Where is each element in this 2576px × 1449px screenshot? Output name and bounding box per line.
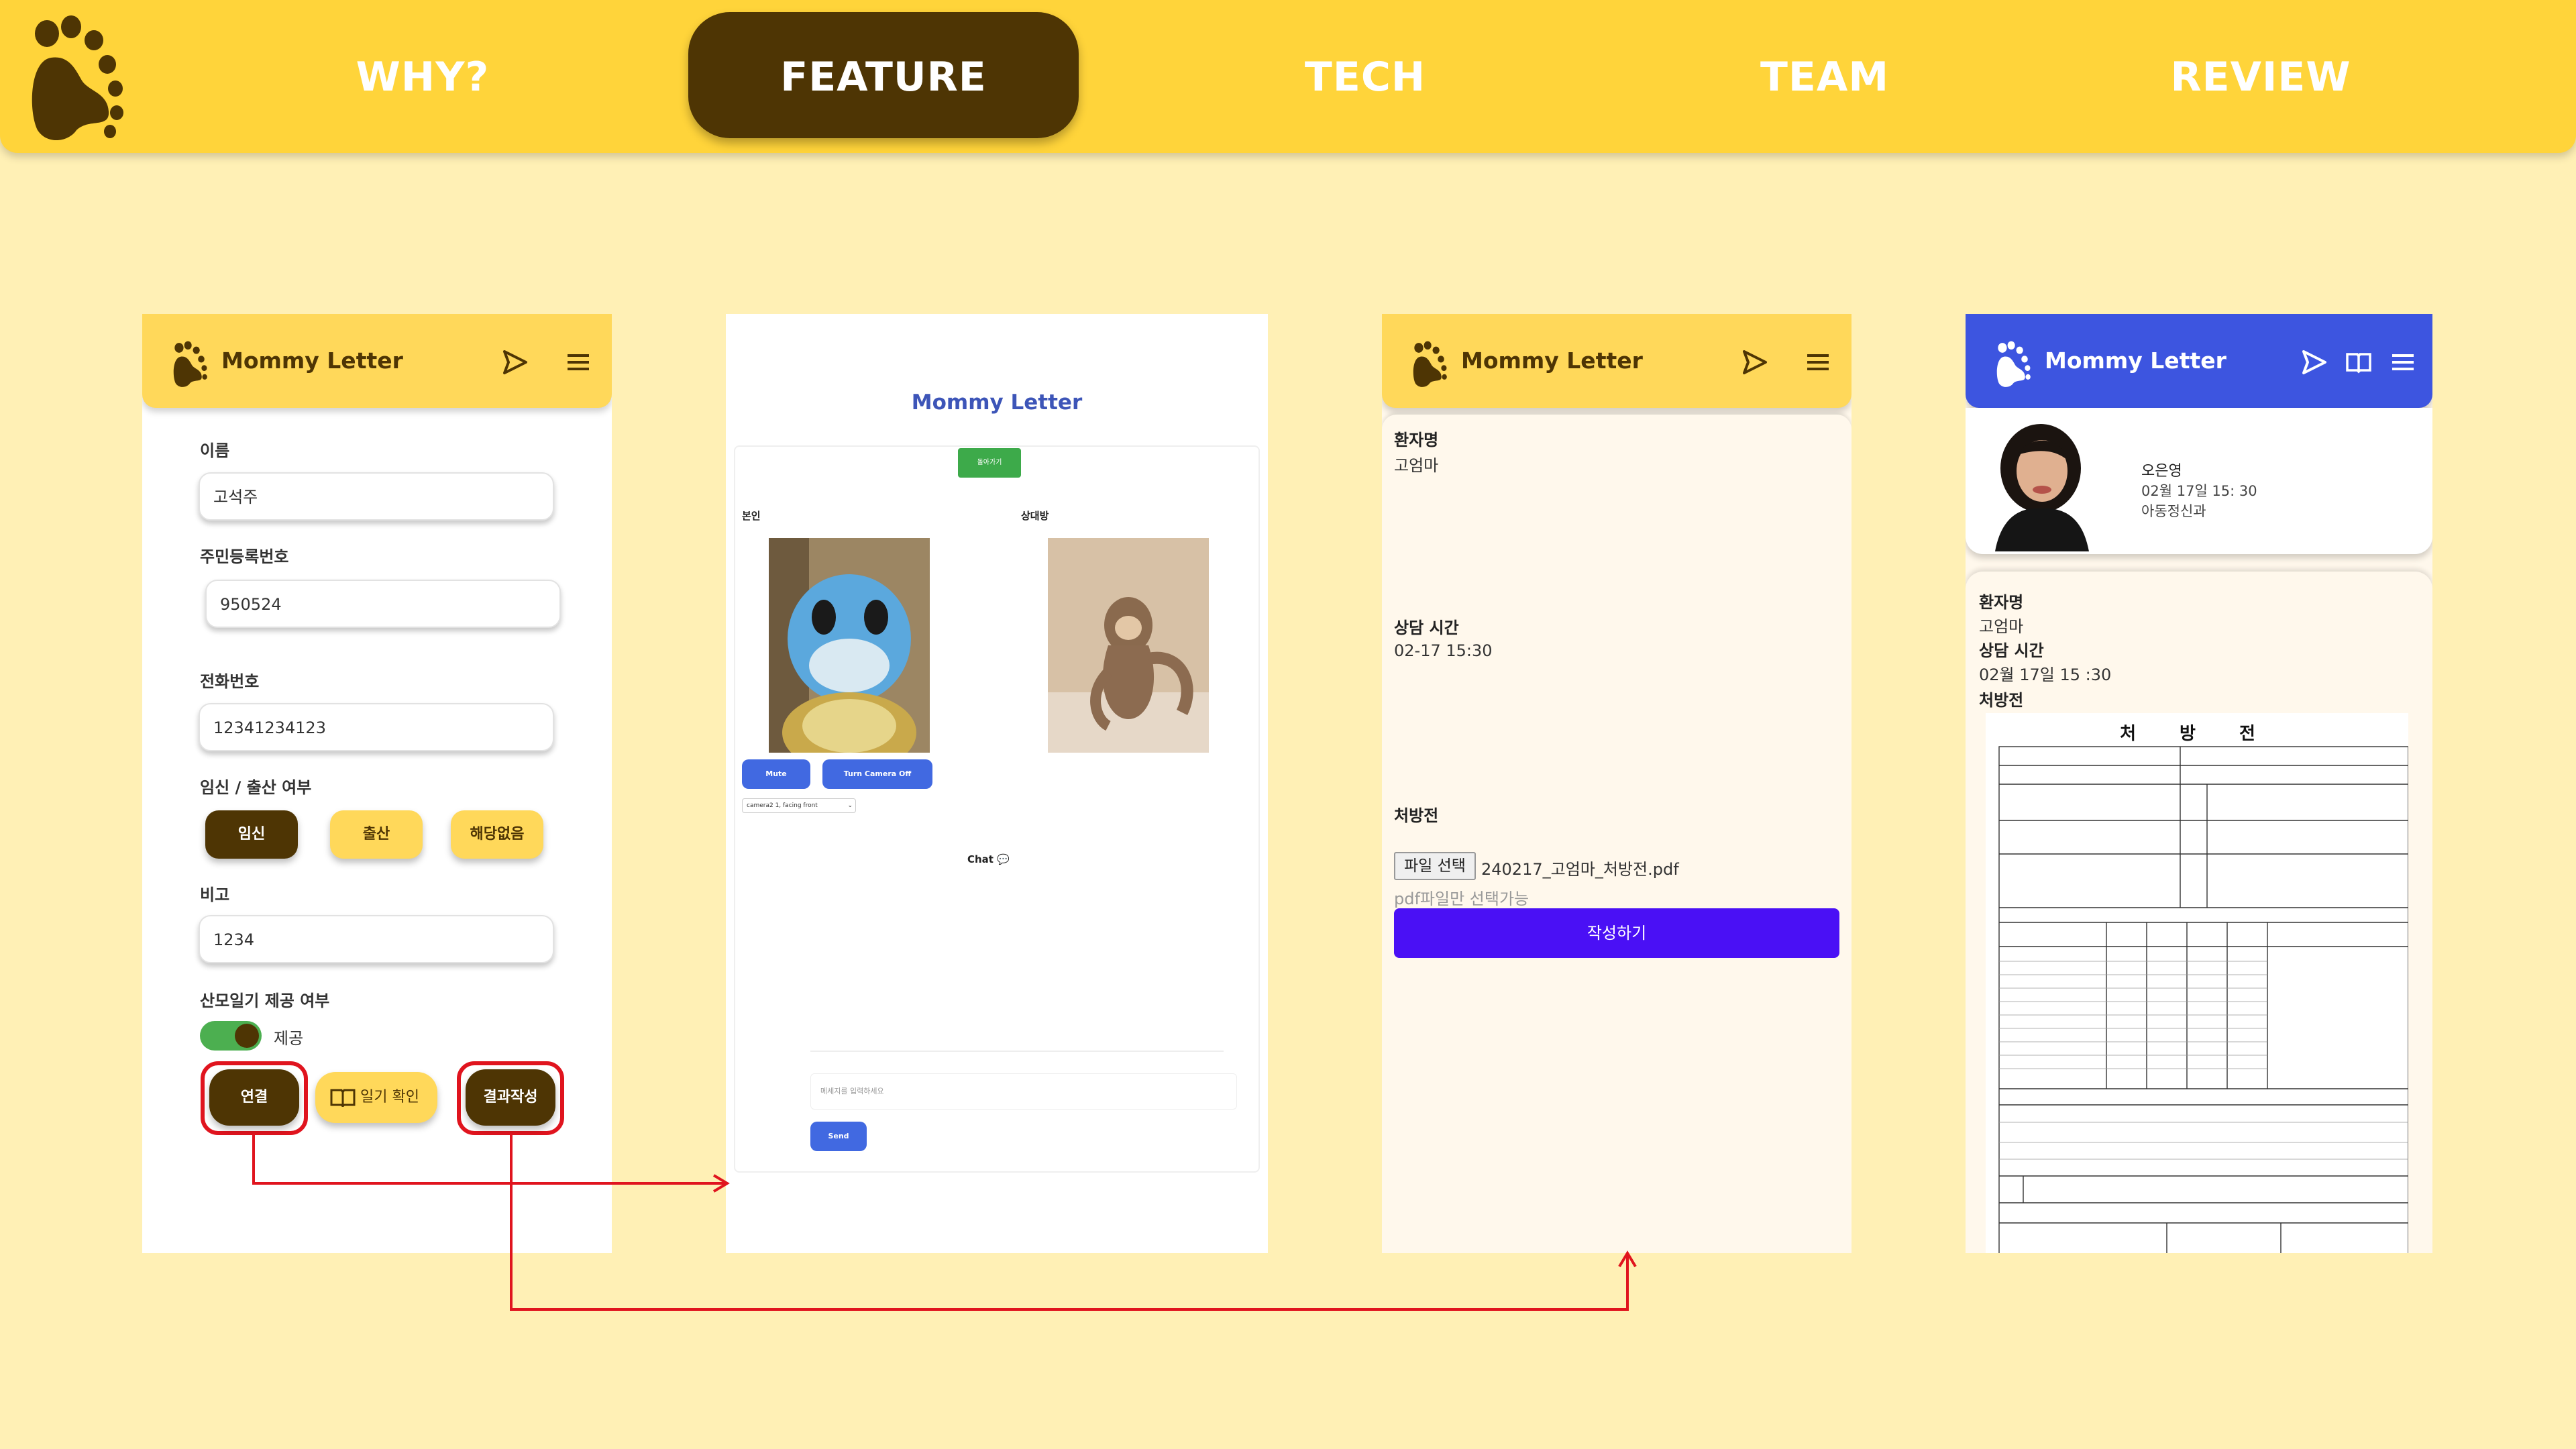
diary-toggle[interactable]: [200, 1021, 262, 1051]
book-icon[interactable]: [2345, 349, 2372, 376]
diary-check-button[interactable]: 일기 확인: [315, 1072, 437, 1123]
patient-label: 환자명: [1394, 431, 1439, 449]
patient-form-screen: Mommy Letter 이름 고석주 주민등록번호 950524 전화번호 1…: [142, 314, 612, 1253]
diary-label: 산모일기 제공 여부: [200, 991, 330, 1010]
camera-select-value: camera2 1, facing front: [747, 802, 818, 809]
phone-input[interactable]: 12341234123: [199, 703, 554, 751]
consult-datetime: 02월 17일 15: 30: [2141, 483, 2257, 499]
write-result-button[interactable]: 결과작성: [466, 1069, 555, 1126]
status-option-none[interactable]: 해당없음: [451, 810, 543, 859]
doctor-avatar: [1982, 415, 2100, 551]
nav-team[interactable]: TEAM: [1724, 47, 1925, 107]
result-write-screen: Mommy Letter 환자명 고엄마 상담 시간 02-17 15:30 처…: [1382, 314, 1851, 1253]
app-title: Mommy Letter: [221, 347, 403, 374]
book-icon: [330, 1089, 356, 1107]
patient-value: 고엄마: [1394, 456, 1439, 475]
file-select-button[interactable]: 파일 선택: [1394, 852, 1476, 880]
app-header: Mommy Letter: [1382, 314, 1851, 408]
doctor-view-screen: Mommy Letter 오은영 02월 17일 15: 30 아동정신과 환자…: [1966, 314, 2432, 1253]
top-navigation: WHY? FEATURE TECH TEAM REVIEW: [0, 0, 2576, 153]
file-name: 240217_고엄마_처방전.pdf: [1481, 860, 1679, 879]
chevron-down-icon: ⌄: [847, 802, 853, 809]
rx-label: 처방전: [1979, 691, 2024, 710]
app-title: Mommy Letter: [1461, 347, 1643, 374]
prescription-table-lines: [1998, 746, 2408, 1253]
video-call-screen: Mommy Letter 돌아가기 본인 상대방 Mute Turn Camer…: [726, 314, 1268, 1253]
patient-label: 환자명: [1979, 593, 2024, 612]
rx-label: 처방전: [1394, 806, 1439, 825]
mute-button[interactable]: Mute: [742, 759, 810, 789]
nav-tech[interactable]: TECH: [1265, 47, 1466, 107]
patient-value: 고엄마: [1979, 617, 2024, 636]
connect-button[interactable]: 연결: [209, 1069, 299, 1126]
send-icon[interactable]: [1741, 349, 1768, 376]
prescription-document[interactable]: 처 방 전: [1986, 713, 2408, 1253]
submit-button[interactable]: 작성하기: [1394, 908, 1839, 958]
time-label: 상담 시간: [1979, 641, 2044, 660]
send-icon[interactable]: [2301, 349, 2328, 376]
peer-video: [1048, 538, 1209, 753]
name-label: 이름: [200, 441, 230, 460]
nav-why[interactable]: WHY?: [322, 47, 523, 107]
time-value: 02월 17일 15 :30: [1979, 665, 2112, 684]
diary-toggle-label: 제공: [274, 1029, 304, 1048]
peer-label: 상대방: [1021, 510, 1049, 522]
menu-icon[interactable]: [565, 349, 592, 376]
file-hint: pdf파일만 선택가능: [1394, 890, 1529, 908]
diary-check-label: 일기 확인: [360, 1089, 419, 1106]
chat-divider: [810, 1051, 1224, 1052]
menu-icon[interactable]: [2390, 349, 2416, 376]
time-value: 02-17 15:30: [1394, 641, 1493, 660]
nav-feature[interactable]: FEATURE: [688, 47, 1079, 107]
status-label: 임신 / 출산 여부: [200, 778, 312, 797]
nav-review[interactable]: REVIEW: [2160, 47, 2361, 107]
footprint-logo-icon[interactable]: [170, 339, 208, 388]
phone-label: 전화번호: [200, 672, 260, 691]
app-header: Mommy Letter: [1966, 314, 2432, 408]
footprint-logo-icon[interactable]: [1994, 339, 2031, 388]
status-option-pregnant[interactable]: 임신: [205, 810, 298, 859]
camera-select[interactable]: camera2 1, facing front ⌄: [742, 798, 856, 813]
doctor-name: 오은영: [2141, 463, 2182, 480]
peer-video-feed: [1048, 538, 1209, 753]
memo-label: 비고: [200, 885, 230, 904]
footprint-logo-icon[interactable]: [24, 11, 125, 142]
doctor-profile-card: 오은영 02월 17일 15: 30 아동정신과: [1966, 408, 2432, 554]
video-title: Mommy Letter: [911, 390, 1083, 415]
department: 아동정신과: [2141, 503, 2206, 519]
app-title: Mommy Letter: [2045, 347, 2226, 374]
me-label: 본인: [742, 510, 761, 522]
footprint-logo-icon[interactable]: [1410, 339, 1448, 388]
my-video: [769, 538, 930, 753]
rrn-input[interactable]: 950524: [205, 580, 561, 628]
memo-input[interactable]: 1234: [199, 915, 554, 963]
my-video-feed: [769, 538, 930, 753]
rrn-label: 주민등록번호: [200, 547, 289, 566]
send-button[interactable]: Send: [810, 1122, 867, 1151]
app-header: Mommy Letter: [142, 314, 612, 408]
status-option-birth[interactable]: 출산: [330, 810, 423, 859]
name-input[interactable]: 고석주: [199, 472, 554, 521]
leave-button[interactable]: 돌아가기: [958, 448, 1021, 478]
camera-off-button[interactable]: Turn Camera Off: [822, 759, 932, 789]
send-icon[interactable]: [502, 349, 529, 376]
chat-input[interactable]: 메세지를 입력하세요: [810, 1073, 1237, 1110]
menu-icon[interactable]: [1805, 349, 1831, 376]
chat-label: Chat 💬: [967, 853, 1010, 865]
time-label: 상담 시간: [1394, 619, 1459, 637]
toggle-knob: [235, 1024, 259, 1048]
result-card: [1382, 415, 1851, 1253]
